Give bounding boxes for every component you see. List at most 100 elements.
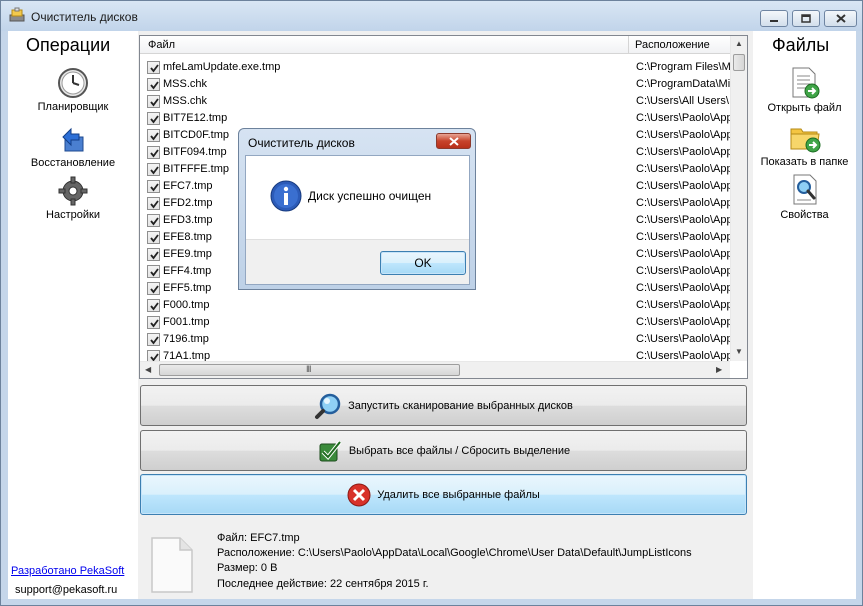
show-in-folder-button[interactable]: Показать в папке bbox=[753, 121, 856, 168]
maximize-icon bbox=[801, 14, 811, 23]
table-row[interactable]: F001.tmp C:\Users\Paolo\App bbox=[140, 314, 730, 331]
row-checkbox[interactable] bbox=[147, 265, 160, 278]
row-checkbox[interactable] bbox=[147, 197, 160, 210]
row-location: C:\Users\Paolo\App bbox=[636, 231, 730, 243]
title-bar[interactable]: Очиститель дисков bbox=[1, 1, 862, 31]
scroll-up-icon[interactable]: ▲ bbox=[735, 39, 743, 48]
open-file-button[interactable]: Открыть файл bbox=[753, 67, 856, 114]
row-location: C:\Users\Paolo\App bbox=[636, 299, 730, 311]
column-header-file[interactable]: Файл bbox=[148, 39, 175, 51]
maximize-button[interactable] bbox=[792, 10, 820, 27]
row-checkbox[interactable] bbox=[147, 214, 160, 227]
table-row[interactable]: F000.tmp C:\Users\Paolo\App bbox=[140, 297, 730, 314]
scroll-down-icon[interactable]: ▼ bbox=[735, 347, 743, 356]
row-file-name: EFF4.tmp bbox=[163, 265, 212, 277]
close-button[interactable] bbox=[824, 10, 857, 27]
list-header: Файл Расположение bbox=[140, 36, 730, 54]
checkmark-icon bbox=[150, 268, 159, 277]
scheduler-label: Планировщик bbox=[37, 101, 109, 113]
dialog-ok-button[interactable]: OK bbox=[380, 251, 466, 275]
properties-label: Свойства bbox=[780, 209, 829, 221]
file-icon bbox=[151, 537, 193, 593]
checkmark-icon bbox=[150, 64, 159, 73]
checkmark-icon bbox=[150, 302, 159, 311]
row-checkbox[interactable] bbox=[147, 180, 160, 193]
select-all-button[interactable]: Выбрать все файлы / Сбросить выделение bbox=[140, 430, 747, 471]
restore-label: Восстановление bbox=[30, 157, 116, 169]
restore-icon bbox=[62, 127, 84, 152]
vertical-scrollbar[interactable]: ▲ ▼ bbox=[730, 36, 747, 361]
row-file-name: BIT7E12.tmp bbox=[163, 112, 228, 124]
row-checkbox[interactable] bbox=[147, 78, 160, 91]
open-file-label: Открыть файл bbox=[767, 102, 842, 114]
row-file-name: EFF5.tmp bbox=[163, 282, 212, 294]
checkmark-icon bbox=[150, 234, 159, 243]
table-row[interactable]: MSS.chk C:\Users\All Users\ bbox=[140, 93, 730, 110]
row-checkbox[interactable] bbox=[147, 129, 160, 142]
row-location: C:\Users\Paolo\App bbox=[636, 265, 730, 277]
info-size: Размер: 0 B bbox=[217, 562, 278, 574]
checkmark-icon bbox=[150, 183, 159, 192]
vertical-scroll-thumb[interactable] bbox=[733, 54, 745, 71]
row-checkbox[interactable] bbox=[147, 299, 160, 312]
row-location: C:\Users\All Users\ bbox=[636, 95, 729, 107]
row-checkbox[interactable] bbox=[147, 231, 160, 244]
row-file-name: EFE8.tmp bbox=[163, 231, 212, 243]
dialog-title: Очиститель дисков bbox=[248, 136, 355, 150]
checkmark-icon bbox=[150, 81, 159, 90]
minimize-button[interactable] bbox=[760, 10, 788, 27]
column-separator[interactable] bbox=[628, 36, 629, 54]
close-icon bbox=[835, 14, 846, 23]
row-location: C:\Users\Paolo\App bbox=[636, 112, 730, 124]
row-checkbox[interactable] bbox=[147, 248, 160, 261]
checkmark-icon bbox=[150, 132, 159, 141]
delete-selected-button[interactable]: Удалить все выбранные файлы bbox=[140, 474, 747, 515]
properties-icon bbox=[793, 174, 816, 205]
row-checkbox[interactable] bbox=[147, 146, 160, 159]
table-row[interactable]: MSS.chk C:\ProgramData\Mi bbox=[140, 76, 730, 93]
message-dialog: Очиститель дисков Диск успешно очищен OK bbox=[238, 128, 476, 290]
dialog-close-button[interactable] bbox=[436, 133, 471, 149]
developer-link[interactable]: Разработано PekaSoft bbox=[11, 565, 124, 577]
checkmark-icon bbox=[150, 149, 159, 158]
select-all-label: Выбрать все файлы / Сбросить выделение bbox=[348, 444, 571, 457]
scroll-right-icon[interactable]: ▶ bbox=[716, 365, 722, 374]
row-location: C:\ProgramData\Mi bbox=[636, 78, 730, 90]
checkmark-icon bbox=[150, 200, 159, 209]
row-checkbox[interactable] bbox=[147, 333, 160, 346]
row-checkbox[interactable] bbox=[147, 163, 160, 176]
checkmark-icon bbox=[150, 115, 159, 124]
scroll-left-icon[interactable]: ◀ bbox=[145, 365, 151, 374]
row-checkbox[interactable] bbox=[147, 112, 160, 125]
row-file-name: 7196.tmp bbox=[163, 333, 209, 345]
row-file-name: BITCD0F.tmp bbox=[163, 129, 230, 141]
horizontal-scroll-thumb[interactable]: III bbox=[159, 364, 460, 376]
row-file-name: EFE9.tmp bbox=[163, 248, 212, 260]
scroll-grip: III bbox=[306, 364, 311, 374]
row-file-name: F000.tmp bbox=[163, 299, 210, 311]
horizontal-scrollbar[interactable]: ◀ III ▶ bbox=[140, 361, 730, 378]
settings-button[interactable]: Настройки bbox=[8, 175, 138, 221]
row-file-name: mfeLamUpdate.exe.tmp bbox=[163, 61, 281, 73]
row-checkbox[interactable] bbox=[147, 95, 160, 108]
row-file-name: EFC7.tmp bbox=[163, 180, 213, 192]
clock-icon bbox=[58, 68, 88, 98]
table-row[interactable]: mfeLamUpdate.exe.tmp C:\Program Files\Mc bbox=[140, 59, 730, 76]
row-checkbox[interactable] bbox=[147, 316, 160, 329]
scheduler-button[interactable]: Планировщик bbox=[8, 67, 138, 113]
row-file-name: BITF094.tmp bbox=[163, 146, 227, 158]
row-location: C:\Users\Paolo\App bbox=[636, 163, 730, 175]
row-checkbox[interactable] bbox=[147, 61, 160, 74]
restore-button[interactable]: Восстановление bbox=[8, 123, 138, 169]
scan-button[interactable]: Запустить сканирование выбранных дисков bbox=[140, 385, 747, 426]
table-row[interactable]: BIT7E12.tmp C:\Users\Paolo\App bbox=[140, 110, 730, 127]
support-email: support@pekasoft.ru bbox=[15, 584, 118, 596]
open-file-icon bbox=[792, 67, 819, 99]
row-location: C:\Users\Paolo\App bbox=[636, 197, 730, 209]
row-checkbox[interactable] bbox=[147, 282, 160, 295]
row-location: C:\Users\Paolo\App bbox=[636, 146, 730, 158]
properties-button[interactable]: Свойства bbox=[753, 174, 856, 221]
column-header-location[interactable]: Расположение bbox=[635, 39, 710, 51]
table-row[interactable]: 7196.tmp C:\Users\Paolo\App bbox=[140, 331, 730, 348]
dialog-ok-label: OK bbox=[414, 256, 432, 270]
